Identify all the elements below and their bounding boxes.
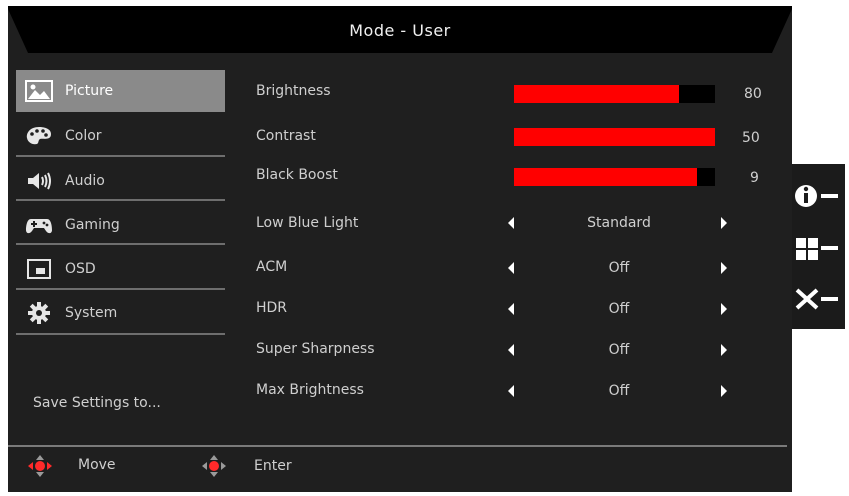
menu-divider [16, 288, 225, 290]
menu-item-gaming[interactable]: Gaming [16, 204, 225, 246]
acm-next-arrow[interactable] [721, 262, 727, 274]
menu-divider [16, 333, 225, 335]
super-sharpness-label: Super Sharpness [256, 341, 375, 357]
hdr-label: HDR [256, 300, 288, 316]
exit-button-icon[interactable] [794, 284, 842, 314]
title-bar: Mode - User [8, 6, 792, 56]
menu-item-label: Color [65, 128, 102, 144]
hdr-value[interactable]: Off [524, 301, 714, 317]
contrast-label: Contrast [256, 128, 316, 144]
menu-item-label: System [65, 305, 118, 321]
contrast-slider[interactable] [514, 128, 715, 146]
picture-icon [24, 78, 54, 104]
black-boost-slider-fill [514, 168, 697, 186]
move-dpad-icon [28, 455, 52, 477]
max-brightness-value[interactable]: Off [524, 383, 714, 399]
low-blue-light-label: Low Blue Light [256, 215, 359, 231]
enter-hint-label: Enter [254, 458, 292, 474]
menu-divider [16, 199, 225, 201]
menu-item-label: Gaming [65, 217, 120, 233]
osd-icon [24, 256, 54, 282]
low-blue-light-next-arrow[interactable] [721, 217, 727, 229]
brightness-label: Brightness [256, 83, 331, 99]
black-boost-value: 9 [750, 170, 759, 186]
hdr-prev-arrow[interactable] [508, 303, 514, 315]
speaker-icon [24, 168, 54, 194]
super-sharpness-value[interactable]: Off [524, 342, 714, 358]
brightness-slider-fill [514, 85, 679, 103]
black-boost-label: Black Boost [256, 167, 338, 183]
brightness-slider[interactable] [514, 85, 715, 103]
osd-window: Mode - User Picture Color Audio Gaming O… [8, 6, 792, 492]
max-brightness-label: Max Brightness [256, 382, 364, 398]
black-boost-slider[interactable] [514, 168, 715, 186]
low-blue-light-value[interactable]: Standard [524, 215, 714, 231]
hdr-next-arrow[interactable] [721, 303, 727, 315]
menu-divider [16, 155, 225, 157]
menu-item-label: Picture [65, 83, 114, 99]
menu-divider [16, 243, 225, 245]
gamepad-icon [24, 212, 54, 238]
menu-item-color[interactable]: Color [16, 115, 225, 157]
super-sharpness-prev-arrow[interactable] [508, 344, 514, 356]
menu-item-label: Audio [65, 173, 105, 189]
menu-item-osd[interactable]: OSD [16, 248, 225, 290]
menu-item-picture[interactable]: Picture [16, 70, 225, 112]
menu-item-audio[interactable]: Audio [16, 160, 225, 202]
enter-dpad-icon [202, 455, 226, 477]
brightness-value: 80 [744, 86, 762, 102]
palette-icon [24, 123, 54, 149]
max-brightness-prev-arrow[interactable] [508, 385, 514, 397]
info-button-icon[interactable] [794, 181, 842, 211]
menu-item-system[interactable]: System [16, 292, 225, 334]
contrast-value: 50 [742, 130, 760, 146]
acm-value[interactable]: Off [524, 260, 714, 276]
input-button-icon[interactable] [794, 234, 842, 264]
acm-label: ACM [256, 259, 288, 275]
gear-icon [24, 300, 54, 326]
super-sharpness-next-arrow[interactable] [721, 344, 727, 356]
page-title: Mode - User [349, 21, 451, 40]
low-blue-light-prev-arrow[interactable] [508, 217, 514, 229]
save-settings-button[interactable]: Save Settings to... [33, 395, 161, 411]
move-hint-label: Move [78, 457, 116, 473]
contrast-slider-fill [514, 128, 715, 146]
footer-divider [8, 445, 787, 447]
menu-item-label: OSD [65, 261, 96, 277]
max-brightness-next-arrow[interactable] [721, 385, 727, 397]
side-button-panel [792, 164, 845, 329]
acm-prev-arrow[interactable] [508, 262, 514, 274]
